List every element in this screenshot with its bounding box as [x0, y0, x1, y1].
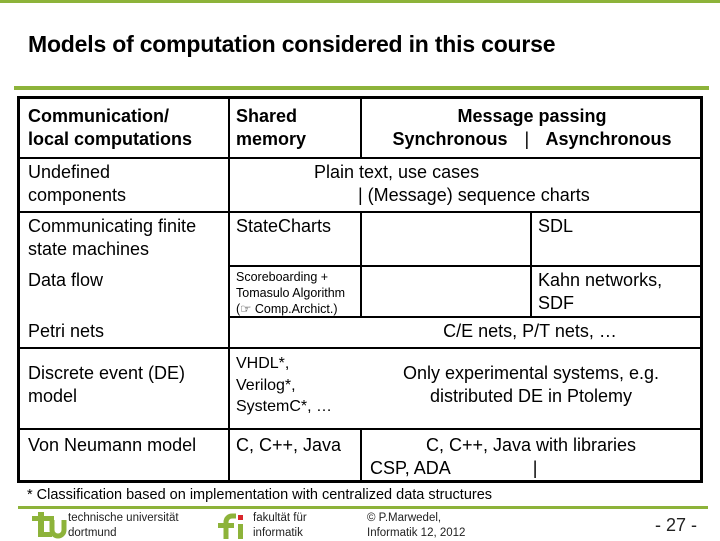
label-line: model	[28, 386, 78, 406]
fi-name: fakultät für informatik	[253, 511, 307, 541]
content-line: Kahn networks,	[538, 270, 663, 290]
row-label-cfsm: Communicating finite state machines	[28, 215, 196, 261]
cfsm-shared: StateCharts	[236, 216, 332, 236]
dataflow-async: Kahn networks, SDF	[538, 269, 662, 315]
footer-line: dortmund	[68, 527, 117, 539]
header-separator: |	[524, 129, 530, 149]
row-label-de: Discrete event (DE) model	[28, 362, 185, 408]
header-message-passing: Message passing Synchronous | Asynchrono…	[364, 105, 700, 151]
slide-title: Models of computation considered in this…	[28, 31, 556, 57]
label-line: Discrete event (DE)	[28, 363, 186, 383]
row-divider	[20, 347, 700, 349]
tu-logo-icon	[32, 512, 67, 539]
header-asynchronous: Asynchronous	[545, 129, 672, 149]
de-message: Only experimental systems, e.g. distribu…	[362, 362, 700, 408]
footer-line: informatik	[253, 527, 303, 539]
header-line: memory	[236, 129, 307, 149]
footer-line: fakultät für	[253, 512, 307, 524]
label-line: Communicating finite	[28, 216, 197, 236]
fi-logo-icon	[218, 513, 243, 539]
content-separator: |	[532, 458, 538, 478]
undefined-content: Plain text, use cases | (Message) sequen…	[314, 161, 590, 207]
col-divider	[228, 99, 230, 480]
footer-line: © P.Marwedel,	[367, 512, 442, 524]
col-divider	[360, 211, 362, 316]
content-line: | (Message) sequence charts	[358, 185, 590, 205]
header-shared-memory: Shared memory	[236, 105, 306, 151]
petri-content: C/E nets, P/T nets, …	[443, 321, 617, 341]
footer-divider	[18, 506, 708, 509]
col-divider	[530, 211, 532, 316]
content-text: CSP, ADA	[370, 458, 450, 478]
row-label-petri: Petri nets	[28, 321, 105, 341]
footnote: * Classification based on implementation…	[27, 487, 493, 503]
header-sync-async: Synchronous | Asynchronous	[364, 128, 700, 151]
page-number: - 27 -	[655, 515, 698, 535]
label-line: components	[28, 185, 127, 205]
header-line: Message passing	[457, 106, 607, 126]
content-line: Tomasulo Algorithm	[236, 286, 346, 300]
label-line: state machines	[28, 239, 150, 259]
col-divider	[360, 99, 362, 157]
de-shared: VHDL*, Verilog*, SystemC*, …	[236, 353, 332, 418]
content-line: Plain text, use cases	[314, 162, 480, 182]
footer-line: technische universität	[68, 512, 179, 524]
row-divider	[230, 265, 700, 267]
vn-message: C, C++, Java with libraries CSP, ADA |	[362, 434, 700, 480]
row-label-dataflow: Data flow	[28, 270, 104, 290]
copyright: © P.Marwedel, Informatik 12, 2012	[367, 511, 465, 541]
header-communication: Communication/ local computations	[28, 105, 192, 151]
label-line: Undefined	[28, 162, 111, 182]
cfsm-async: SDL	[538, 216, 574, 236]
content-line: Only experimental systems, e.g.	[402, 363, 660, 383]
content-line: SDF	[538, 293, 574, 313]
header-line: local computations	[28, 129, 193, 149]
content-line: (☞ Comp.Archict.)	[236, 302, 338, 316]
footer-line: Informatik 12, 2012	[367, 527, 466, 539]
title-divider	[14, 86, 709, 90]
header-line: Communication/	[28, 106, 170, 126]
vn-shared: C, C++, Java	[236, 435, 342, 455]
content-line: distributed DE in Ptolemy	[429, 386, 633, 406]
dataflow-shared: Scoreboarding + Tomasulo Algorithm (☞ Co…	[236, 269, 345, 317]
content-line: Scoreboarding +	[236, 270, 329, 284]
content-line: C, C++, Java with libraries	[425, 435, 637, 455]
row-label-undefined: Undefined components	[28, 161, 126, 207]
content-line: CSP, ADA |	[362, 457, 700, 480]
models-table: Communication/ local computations Shared…	[17, 96, 703, 483]
content-line: SystemC*, …	[236, 398, 333, 415]
row-label-vn: Von Neumann model	[28, 435, 197, 455]
header-line: Shared	[236, 106, 298, 126]
content-line: Verilog*,	[236, 376, 296, 394]
row-divider	[20, 157, 700, 159]
top-accent-bar	[0, 0, 720, 3]
content-line: VHDL*,	[236, 355, 290, 372]
header-synchronous: Synchronous	[392, 129, 508, 149]
tu-name: technische universität dortmund	[68, 511, 179, 541]
